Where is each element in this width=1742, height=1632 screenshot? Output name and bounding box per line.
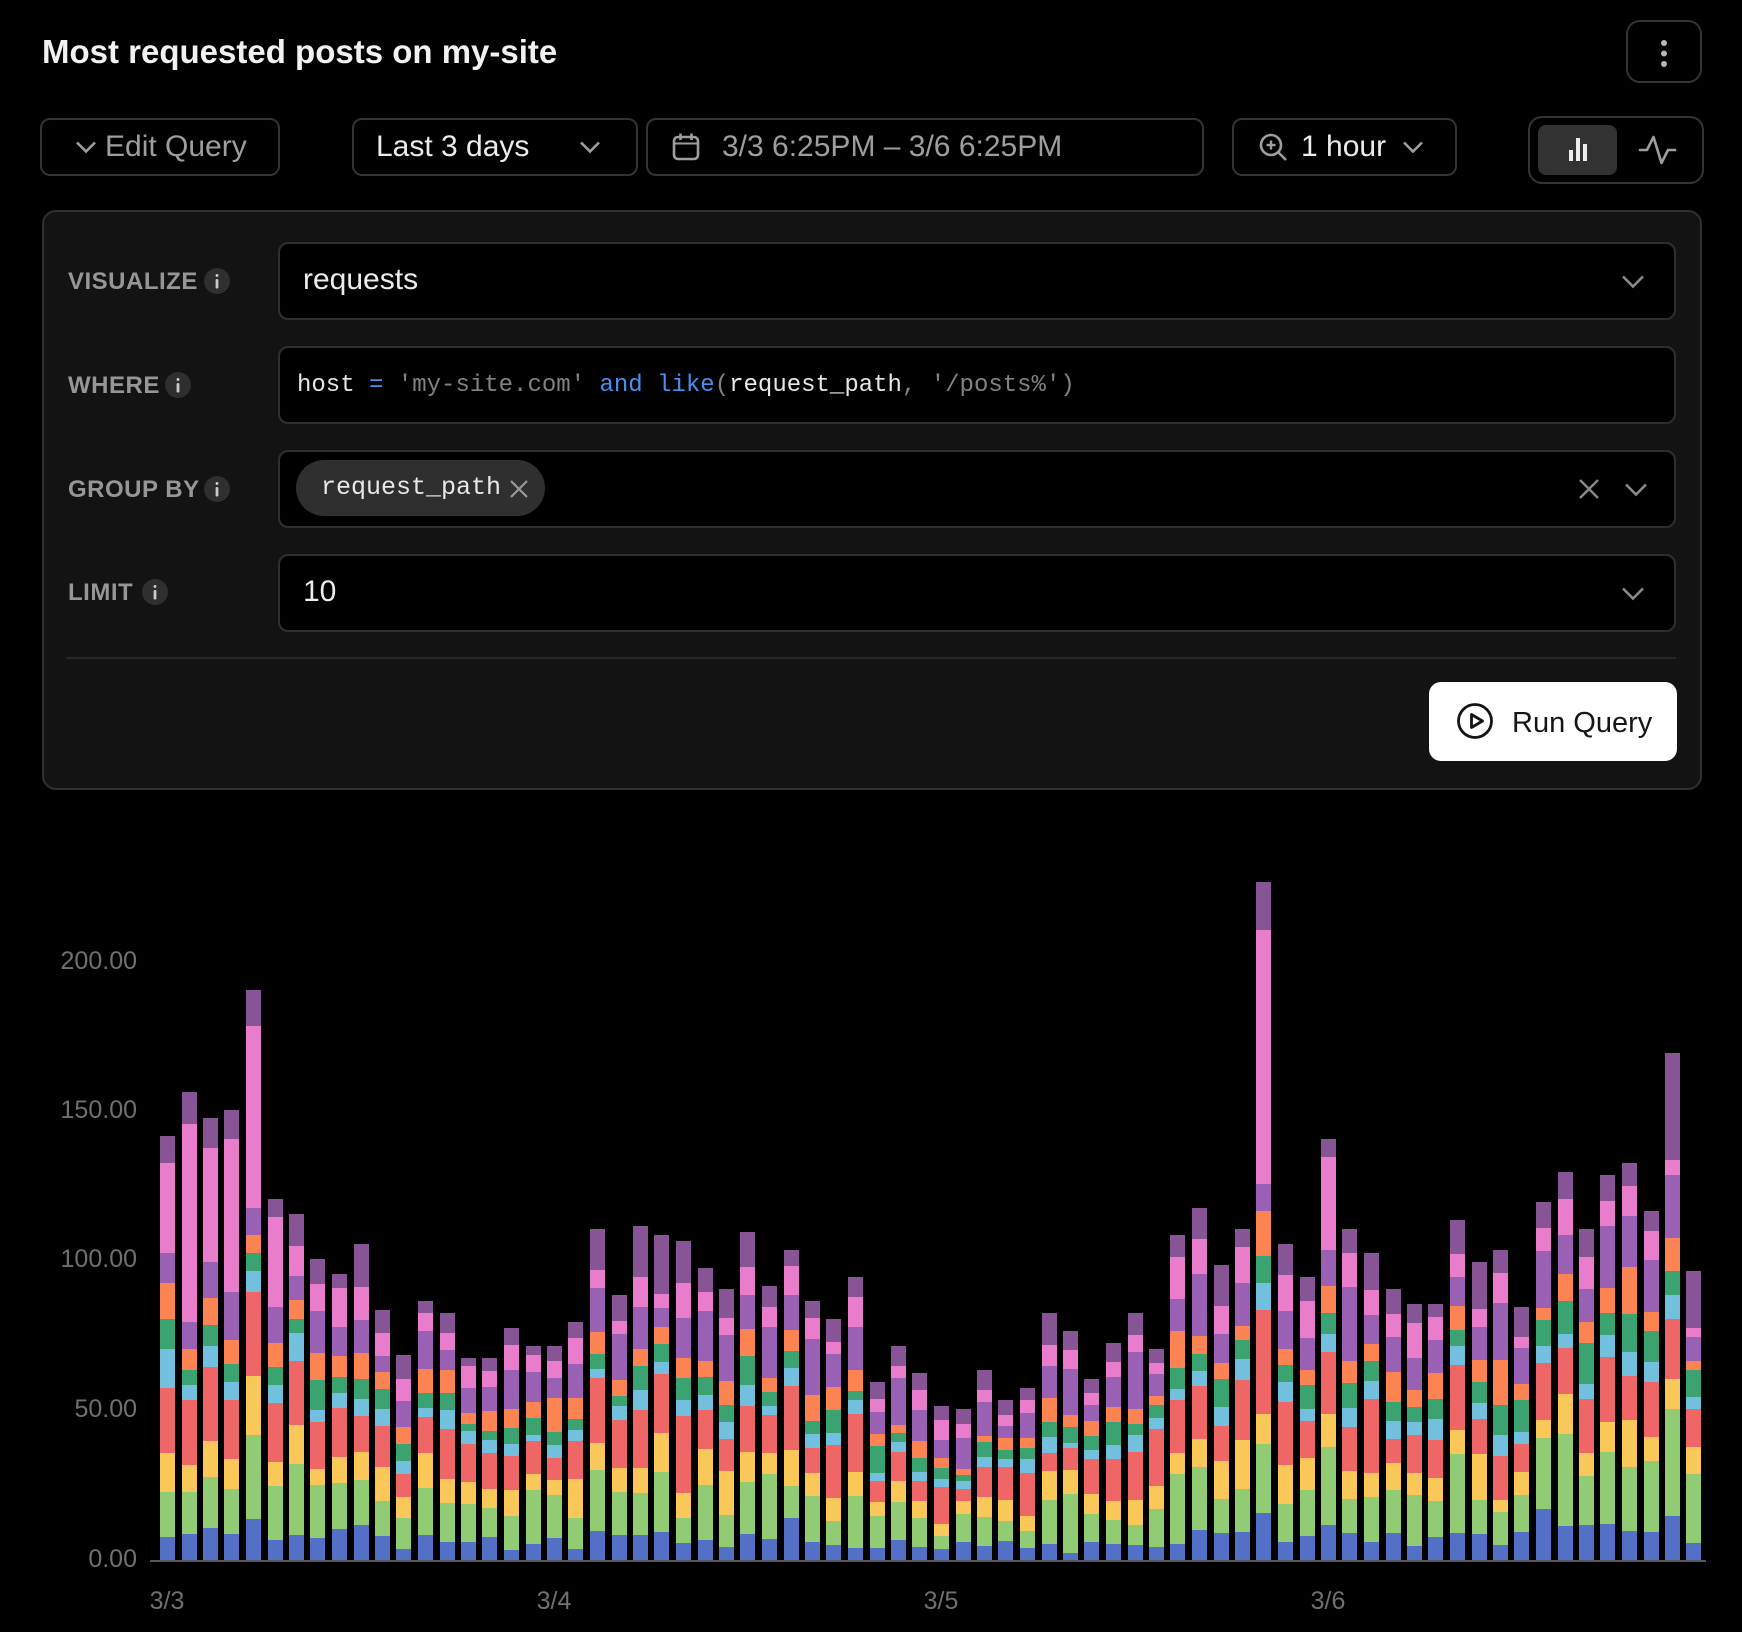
- svg-text:3/4: 3/4: [537, 1587, 572, 1615]
- svg-text:50.00: 50.00: [74, 1395, 137, 1423]
- svg-text:3/5: 3/5: [924, 1587, 959, 1615]
- svg-text:0.00: 0.00: [88, 1545, 137, 1573]
- svg-text:3/3: 3/3: [150, 1587, 185, 1615]
- svg-text:100.00: 100.00: [61, 1245, 137, 1273]
- svg-text:200.00: 200.00: [61, 947, 137, 975]
- svg-text:3/6: 3/6: [1311, 1587, 1346, 1615]
- svg-text:150.00: 150.00: [61, 1096, 137, 1124]
